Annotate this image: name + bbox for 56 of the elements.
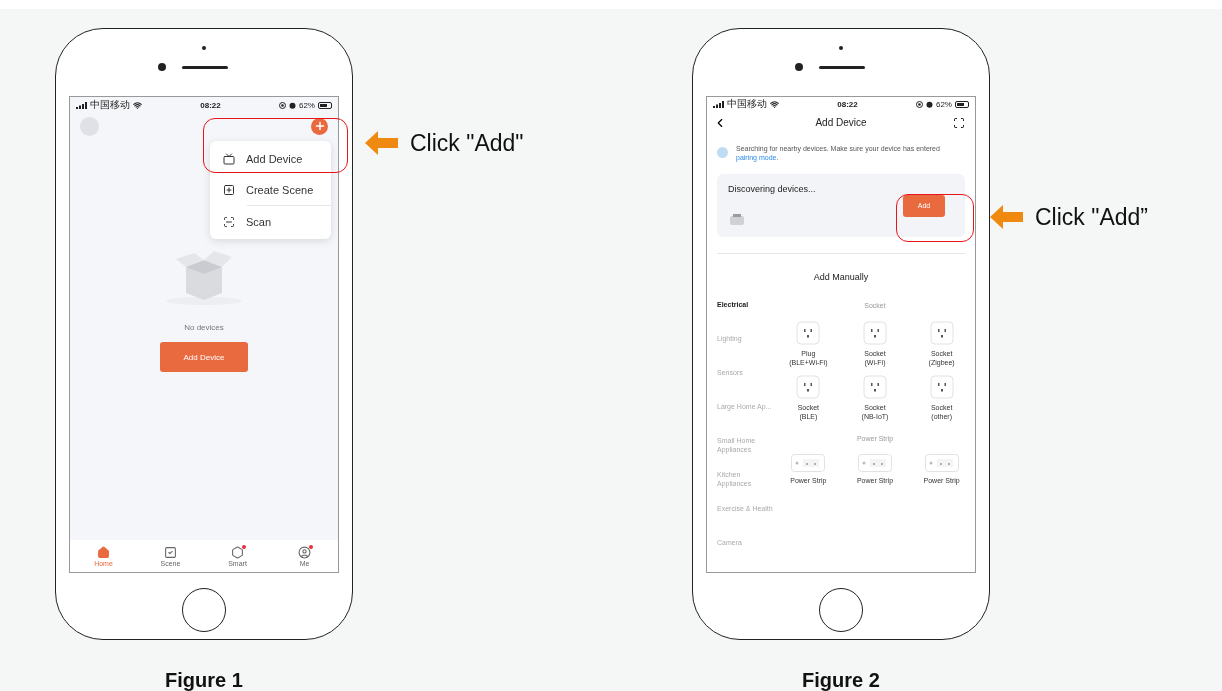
- square-plus-icon: [223, 183, 235, 196]
- battery-percent: 62%: [935, 99, 952, 109]
- device-icon: [728, 213, 746, 228]
- speaker-slot: [819, 65, 865, 69]
- power-strip-icon: [924, 454, 959, 472]
- socket-icon: [796, 321, 821, 345]
- add-button[interactable]: [311, 117, 328, 135]
- wifi-icon: [133, 100, 142, 110]
- battery-percent: 62%: [298, 100, 315, 110]
- carrier-name: 中国移动: [90, 98, 130, 112]
- carrier-name: 中国移动: [727, 97, 767, 112]
- callout-text: Click "Add": [410, 129, 524, 157]
- socket-icon: [863, 321, 887, 345]
- clock-time: 08:22: [837, 99, 858, 109]
- discovery-title: Discovering devices...: [728, 184, 816, 195]
- alarm-icon: [288, 101, 296, 109]
- socket-icon: [796, 375, 821, 399]
- callout-text: Click "Add”: [1035, 203, 1148, 231]
- home-icon: [97, 545, 110, 559]
- plus-icon: [313, 120, 326, 132]
- location-icon: [278, 101, 286, 109]
- socket-icon: [929, 321, 954, 345]
- camera-dot: [795, 63, 803, 71]
- info-icon: [717, 147, 728, 159]
- scan-icon: [223, 215, 235, 228]
- user-icon: [298, 545, 311, 559]
- signal-icon: [76, 101, 87, 109]
- sensor-dot: [839, 46, 843, 50]
- screen-title: Add Device: [814, 117, 868, 129]
- power-strip-icon: [858, 454, 892, 472]
- menu-item[interactable]: Create Scene: [210, 174, 331, 205]
- menu-item[interactable]: Add Device: [210, 143, 331, 174]
- figure-caption: Figure 1: [164, 669, 244, 691]
- empty-message: No devices: [184, 323, 224, 332]
- speaker-slot: [182, 65, 228, 69]
- figure-caption: Figure 2: [801, 669, 881, 691]
- camera-dot: [158, 63, 166, 71]
- menu-item[interactable]: Scan: [210, 206, 331, 237]
- section-title: Add Manually: [812, 272, 870, 282]
- socket-icon: [863, 375, 887, 399]
- socket-icon: [929, 375, 954, 399]
- power-strip-icon: [791, 454, 826, 472]
- wifi-icon: [770, 99, 779, 109]
- monitor-icon: [223, 152, 235, 165]
- battery-icon: [318, 101, 332, 109]
- signal-icon: [713, 100, 724, 108]
- checkbox-icon: [164, 545, 177, 559]
- arrow-icon: [990, 205, 1023, 229]
- battery-icon: [955, 100, 969, 108]
- alarm-icon: [925, 100, 933, 108]
- sensor-dot: [202, 46, 206, 50]
- clock-time: 08:22: [200, 100, 221, 110]
- hexagon-icon: [231, 545, 244, 559]
- arrow-icon: [365, 131, 398, 155]
- scan-icon[interactable]: [953, 116, 965, 129]
- location-icon: [915, 100, 923, 108]
